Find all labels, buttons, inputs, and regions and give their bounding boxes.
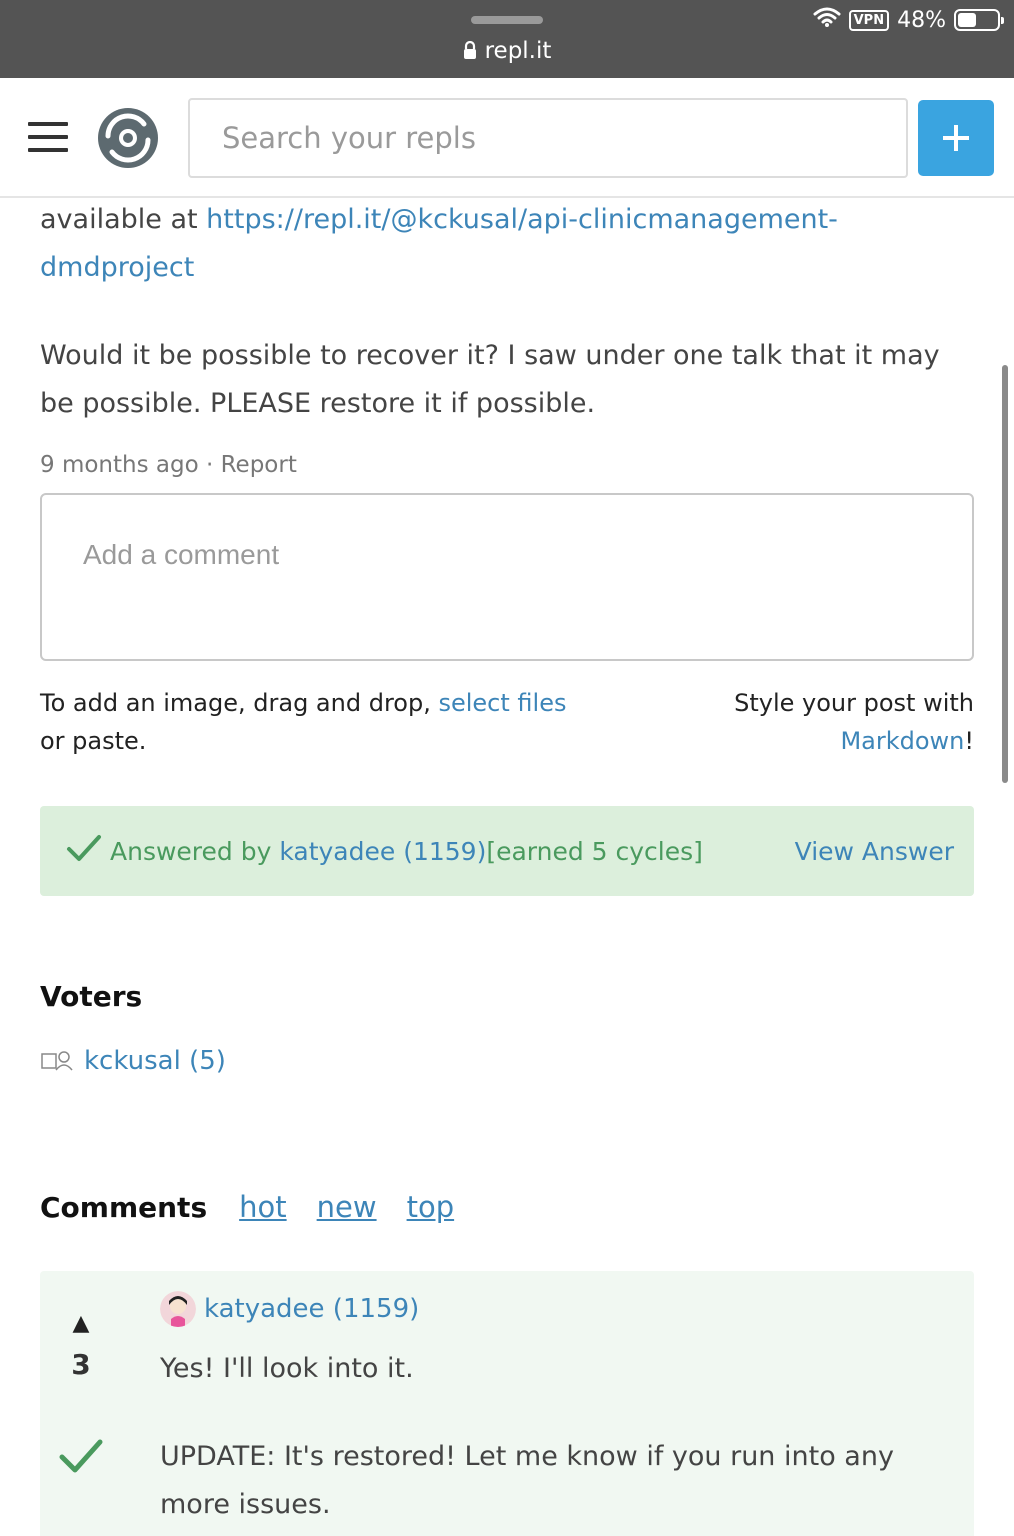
- comments-header: Comments hot new top: [40, 1190, 454, 1224]
- style-hint-text: Style your post with: [734, 689, 974, 717]
- page-scrollbar[interactable]: [1002, 365, 1008, 783]
- comment-paragraph: UPDATE: It's restored! Let me know if yo…: [160, 1441, 894, 1520]
- post-meta: 9 months ago · Report: [40, 452, 974, 478]
- post-time: 9 months ago: [40, 452, 199, 478]
- address-bar[interactable]: repl.it: [0, 38, 1014, 66]
- checkmark-icon: [66, 833, 102, 869]
- markdown-hint: Style your post with Markdown!: [674, 684, 974, 760]
- app-header: [0, 78, 1014, 198]
- upvote-icon[interactable]: ▲: [64, 1311, 98, 1336]
- answer-author-link[interactable]: katyadee (1159): [279, 837, 486, 866]
- voters-heading: Voters: [40, 980, 143, 1013]
- browser-status-bar: VPN 48% repl.it: [0, 0, 1014, 78]
- comment-body: Yes! I'll look into it. UPDATE: It's res…: [160, 1345, 940, 1529]
- comments-heading: Comments: [40, 1191, 208, 1224]
- battery-percent: 48%: [897, 7, 946, 33]
- lock-icon: [463, 40, 477, 66]
- answered-prefix: Answered by: [110, 836, 272, 866]
- comment-paragraph: Yes! I'll look into it.: [160, 1353, 414, 1384]
- new-repl-button[interactable]: [918, 100, 994, 176]
- accepted-answer-icon: [58, 1437, 104, 1479]
- answered-banner: Answered by katyadee (1159) [earned 5 cy…: [40, 806, 974, 896]
- image-hint-text: To add an image, drag and drop,: [40, 689, 439, 717]
- meta-separator: ·: [205, 452, 214, 478]
- wifi-icon: [813, 6, 841, 34]
- url-text: repl.it: [484, 38, 552, 64]
- markdown-suffix: !: [964, 727, 974, 755]
- plus-icon: [943, 125, 969, 151]
- view-answer-link[interactable]: View Answer: [795, 837, 954, 866]
- report-link[interactable]: Report: [221, 452, 297, 478]
- intro-text: available at: [40, 204, 207, 235]
- post-body: Would it be possible to recover it? I sa…: [40, 340, 940, 419]
- menu-icon[interactable]: [28, 122, 68, 152]
- image-hint: To add an image, drag and drop, select f…: [40, 684, 640, 760]
- system-indicators: VPN 48%: [813, 6, 1004, 34]
- vote-count: 3: [71, 1348, 91, 1381]
- vote-control: ▲ 3: [64, 1311, 98, 1381]
- comment-card: ▲ 3 katyadee (1159) Yes! I'll look into …: [40, 1271, 974, 1536]
- select-files-link[interactable]: select files: [438, 689, 566, 717]
- drag-handle[interactable]: [471, 16, 543, 24]
- post-intro: available at https://repl.it/@kckusal/ap…: [40, 196, 974, 292]
- voter-item: kckusal (5): [40, 1046, 226, 1076]
- earned-cycles: [earned 5 cycles]: [486, 836, 703, 866]
- battery-fill: [958, 13, 976, 27]
- battery-icon: [954, 9, 1004, 31]
- author-avatar[interactable]: [160, 1291, 196, 1327]
- image-hint-suffix: or paste.: [40, 727, 147, 755]
- voter-link[interactable]: kckusal (5): [84, 1046, 226, 1076]
- post-content: available at https://repl.it/@kckusal/ap…: [40, 196, 974, 1536]
- comment-input[interactable]: [40, 493, 974, 661]
- replit-logo-icon[interactable]: [96, 106, 160, 170]
- markdown-link[interactable]: Markdown: [840, 727, 964, 755]
- sort-new[interactable]: new: [317, 1190, 377, 1224]
- voter-avatar: [40, 1048, 74, 1074]
- comment-author-link[interactable]: katyadee (1159): [204, 1294, 419, 1324]
- sort-top[interactable]: top: [407, 1190, 455, 1224]
- vpn-badge: VPN: [848, 9, 890, 31]
- sort-hot[interactable]: hot: [239, 1190, 287, 1224]
- comment-author: katyadee (1159): [160, 1291, 419, 1327]
- search-input[interactable]: [188, 98, 908, 178]
